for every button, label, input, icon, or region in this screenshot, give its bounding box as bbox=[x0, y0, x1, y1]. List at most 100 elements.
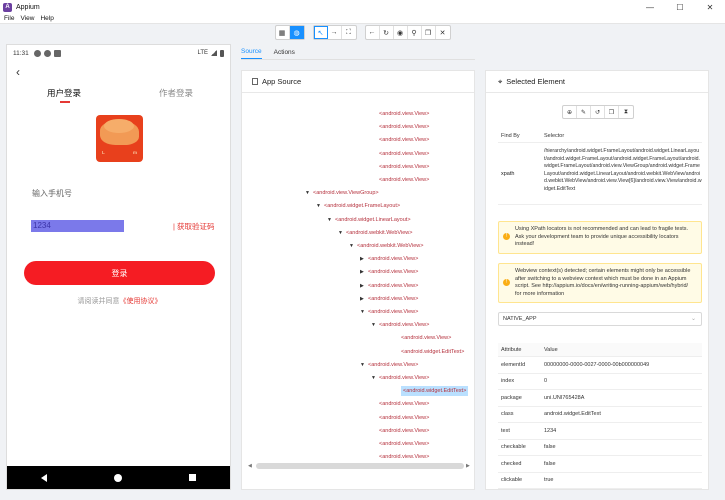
tree-node[interactable]: <android.view.ViewGroup> bbox=[313, 188, 379, 198]
tap-element-icon[interactable]: ⊕ bbox=[563, 106, 577, 118]
tab-author-login[interactable]: 作者登录 bbox=[159, 87, 193, 99]
app-back-icon[interactable]: ‹ bbox=[16, 65, 20, 79]
tree-node[interactable]: <android.view.View> bbox=[379, 122, 429, 132]
timing-icon[interactable]: ⧗ bbox=[619, 106, 633, 118]
tree-node[interactable]: <android.webkit.WebView> bbox=[346, 228, 412, 238]
tree-node[interactable]: <android.view.View> bbox=[379, 162, 429, 172]
tree-node[interactable]: <android.widget.EditText> bbox=[401, 386, 469, 397]
tap-coordinates-icon[interactable]: ⛶ bbox=[342, 26, 356, 39]
web-mode-icon[interactable]: ◍ bbox=[289, 26, 304, 39]
scroll-left-icon[interactable]: ◀ bbox=[248, 463, 252, 469]
tree-caret-icon[interactable]: ▼ bbox=[338, 228, 343, 238]
selected-element-title: Selected Element bbox=[506, 77, 566, 86]
tree-node[interactable]: <android.view.View> bbox=[368, 267, 418, 277]
tree-caret-icon[interactable]: ▼ bbox=[349, 241, 354, 251]
tree-node[interactable]: <android.widget.EditText> bbox=[401, 347, 464, 357]
copy-xml-icon[interactable]: ❐ bbox=[422, 26, 436, 39]
tree-caret-icon[interactable]: ▶ bbox=[360, 294, 364, 304]
eye-icon[interactable]: ◉ bbox=[394, 26, 408, 39]
tree-node[interactable]: <android.view.View> bbox=[379, 373, 429, 383]
source-tree[interactable]: <android.view.View> <android.view.View> <a… bbox=[242, 109, 474, 465]
nav-home-icon[interactable] bbox=[113, 473, 122, 482]
menu-bar: File View Help bbox=[0, 14, 725, 24]
get-code-link[interactable]: | 获取验证码 bbox=[173, 221, 215, 232]
tree-node[interactable]: <android.view.View> bbox=[379, 452, 429, 462]
attribute-value: android.widget.EditText bbox=[544, 411, 601, 418]
agreement-link[interactable]: 《使用协议》 bbox=[120, 298, 162, 305]
tree-node[interactable]: <android.view.View> bbox=[379, 175, 429, 185]
nav-recent-icon[interactable] bbox=[189, 474, 197, 481]
tree-node[interactable]: <android.view.View> bbox=[379, 320, 429, 330]
tree-node[interactable]: <android.view.View> bbox=[379, 439, 429, 449]
back-icon[interactable]: ← bbox=[366, 26, 380, 39]
chevron-down-icon: ⌄ bbox=[690, 316, 696, 322]
tree-node[interactable]: <android.view.View> bbox=[379, 149, 429, 159]
menu-view[interactable]: View bbox=[20, 15, 34, 22]
menu-file[interactable]: File bbox=[4, 15, 14, 22]
tree-caret-icon[interactable]: ▼ bbox=[371, 373, 376, 383]
scroll-right-icon[interactable]: ▶ bbox=[466, 463, 470, 469]
notification-icon bbox=[53, 49, 61, 57]
refresh-icon[interactable]: ↻ bbox=[380, 26, 394, 39]
tree-node[interactable]: <android.view.View> bbox=[368, 281, 418, 291]
login-button[interactable]: 登录 bbox=[24, 261, 215, 285]
context-select[interactable]: NATIVE_APP ⌄ bbox=[498, 312, 702, 326]
tree-node[interactable]: <android.webkit.WebView> bbox=[357, 241, 423, 251]
attribute-row: package uni.UNI765428A bbox=[498, 390, 702, 407]
attribute-row: elementId 00000000-0000-0027-0000-00b0000… bbox=[498, 357, 702, 374]
tree-caret-icon[interactable]: ▼ bbox=[360, 360, 365, 370]
tree-caret-icon[interactable]: ▼ bbox=[327, 215, 332, 225]
tree-node[interactable]: <android.view.View> bbox=[379, 399, 429, 409]
send-keys-icon[interactable]: ✎ bbox=[577, 106, 591, 118]
tree-node[interactable]: <android.view.View> bbox=[368, 254, 418, 264]
search-icon[interactable]: ⚲ bbox=[408, 26, 422, 39]
maximize-button[interactable]: ☐ bbox=[665, 0, 695, 14]
status-time: 11:31 bbox=[13, 49, 29, 57]
attribute-value: 0 bbox=[544, 378, 548, 385]
tab-actions[interactable]: Actions bbox=[274, 49, 295, 59]
tree-node[interactable]: <android.view.View> bbox=[368, 360, 418, 370]
tree-node[interactable]: <android.view.View> bbox=[401, 333, 451, 343]
tab-user-login[interactable]: 用户登录 bbox=[47, 87, 81, 99]
tree-node[interactable]: <android.view.View> bbox=[368, 294, 418, 304]
tree-node[interactable]: <android.view.View> bbox=[379, 413, 429, 423]
attribute-header: Attribute bbox=[501, 346, 522, 353]
phone-input[interactable]: 输入手机号 bbox=[32, 188, 72, 199]
tree-caret-icon[interactable]: ▶ bbox=[360, 254, 364, 264]
menu-help[interactable]: Help bbox=[40, 15, 53, 22]
xpath-value[interactable]: /hierarchy/android.widget.FrameLayout/an… bbox=[544, 143, 702, 204]
signal-icon bbox=[211, 50, 217, 56]
tree-node[interactable]: <android.view.View> bbox=[379, 109, 429, 119]
close-button[interactable]: ✕ bbox=[695, 0, 725, 14]
warning-icon: ! bbox=[503, 233, 510, 240]
attribute-row: class android.widget.EditText bbox=[498, 407, 702, 423]
swipe-icon[interactable]: → bbox=[328, 26, 342, 39]
tree-caret-icon[interactable]: ▼ bbox=[371, 320, 376, 330]
tree-caret-icon[interactable]: ▶ bbox=[360, 281, 364, 291]
tree-node[interactable]: <android.view.View> bbox=[379, 426, 429, 436]
minimize-button[interactable]: — bbox=[635, 0, 665, 14]
code-input[interactable]: 1234 bbox=[31, 220, 124, 232]
clear-icon[interactable]: ↺ bbox=[591, 106, 605, 118]
nav-back-icon[interactable] bbox=[40, 473, 47, 482]
tree-caret-icon[interactable]: ▼ bbox=[305, 188, 310, 198]
attribute-row: checkable false bbox=[498, 440, 702, 456]
warning-icon: ! bbox=[503, 279, 510, 286]
tree-node[interactable]: <android.widget.FrameLayout> bbox=[324, 201, 400, 211]
tree-node[interactable]: <android.widget.LinearLayout> bbox=[335, 215, 411, 225]
tree-caret-icon[interactable]: ▼ bbox=[316, 201, 321, 211]
inspector-toolbar: ▦ ◍ ↖ → ⛶ ← ↻ ◉ ⚲ ❐ ✕ bbox=[0, 24, 725, 41]
tree-caret-icon[interactable]: ▼ bbox=[360, 307, 365, 317]
quit-session-icon[interactable]: ✕ bbox=[436, 26, 450, 39]
tree-caret-icon[interactable]: ▶ bbox=[360, 267, 364, 277]
native-mode-icon[interactable]: ▦ bbox=[276, 26, 290, 39]
app-source-title: App Source bbox=[262, 77, 302, 86]
tree-node[interactable]: <android.view.View> bbox=[368, 307, 418, 317]
attribute-row: text 1234 bbox=[498, 423, 702, 440]
tab-source[interactable]: Source bbox=[241, 48, 262, 59]
horizontal-scrollbar[interactable] bbox=[256, 463, 464, 469]
title-bar: A Appium — ☐ ✕ bbox=[0, 0, 725, 14]
tree-node[interactable]: <android.view.View> bbox=[379, 135, 429, 145]
copy-attributes-icon[interactable]: ❐ bbox=[605, 106, 619, 118]
select-element-icon[interactable]: ↖ bbox=[313, 26, 328, 39]
